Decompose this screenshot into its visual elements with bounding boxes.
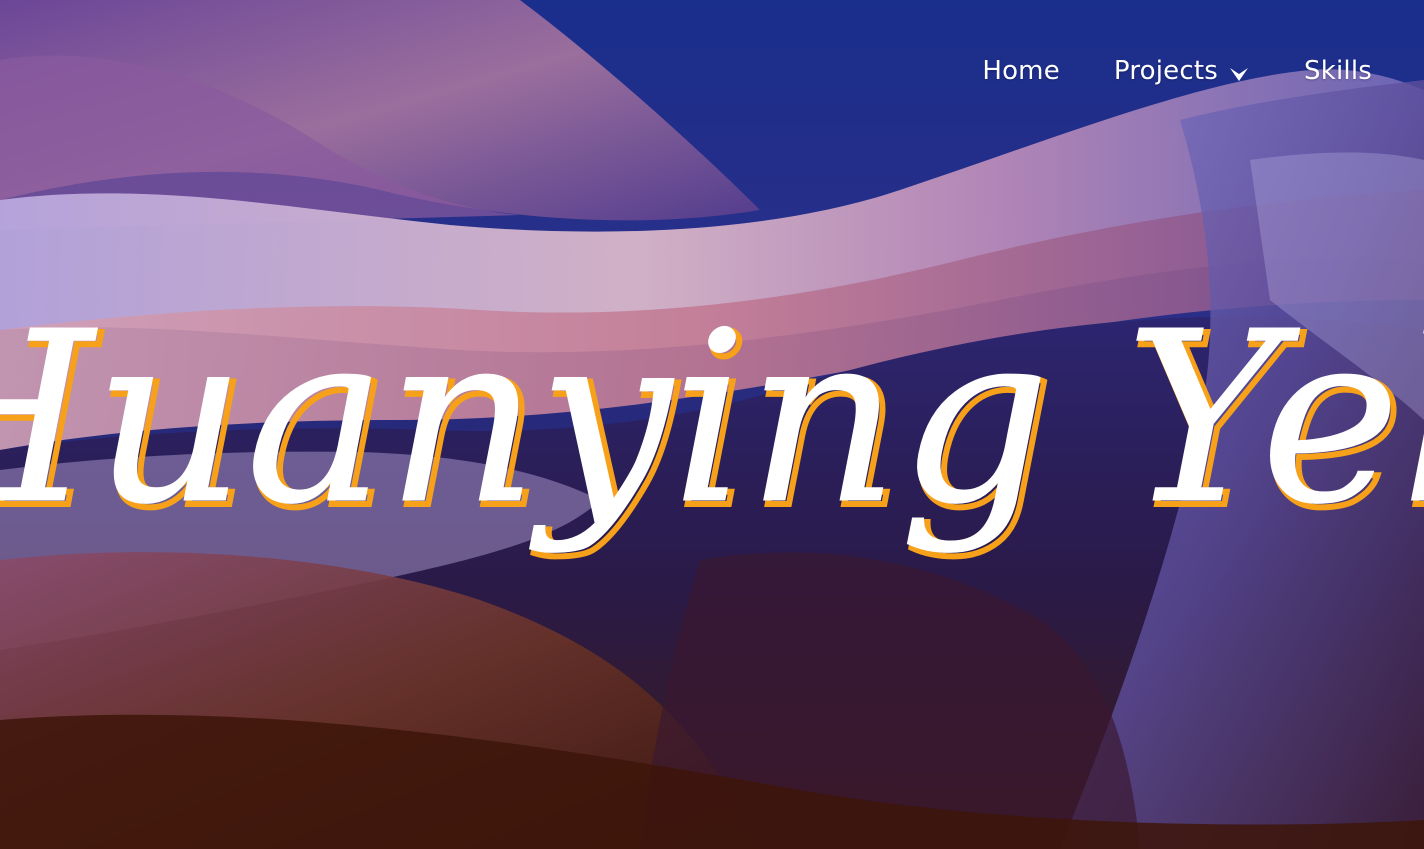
hero-title-text: Huanying Yeh: [0, 281, 1424, 556]
nav-projects-dropdown[interactable]: Projects: [1114, 56, 1250, 86]
nav-home-label: Home: [982, 56, 1060, 86]
nav-skills-link[interactable]: Skills: [1304, 56, 1372, 86]
chevron-down-icon: [1228, 61, 1250, 81]
nav-skills-label: Skills: [1304, 56, 1372, 86]
nav-home-link[interactable]: Home: [982, 56, 1060, 86]
hero-title: Huanying Yeh Huanying Yeh: [0, 250, 1424, 630]
main-navigation: Home Projects Skills: [982, 56, 1372, 86]
nav-projects-label: Projects: [1113, 56, 1219, 86]
hero-section: Home Projects Skills Huanying Yeh Huanyi…: [0, 0, 1424, 849]
hero-title-graphic: Huanying Yeh Huanying Yeh: [0, 281, 1424, 564]
